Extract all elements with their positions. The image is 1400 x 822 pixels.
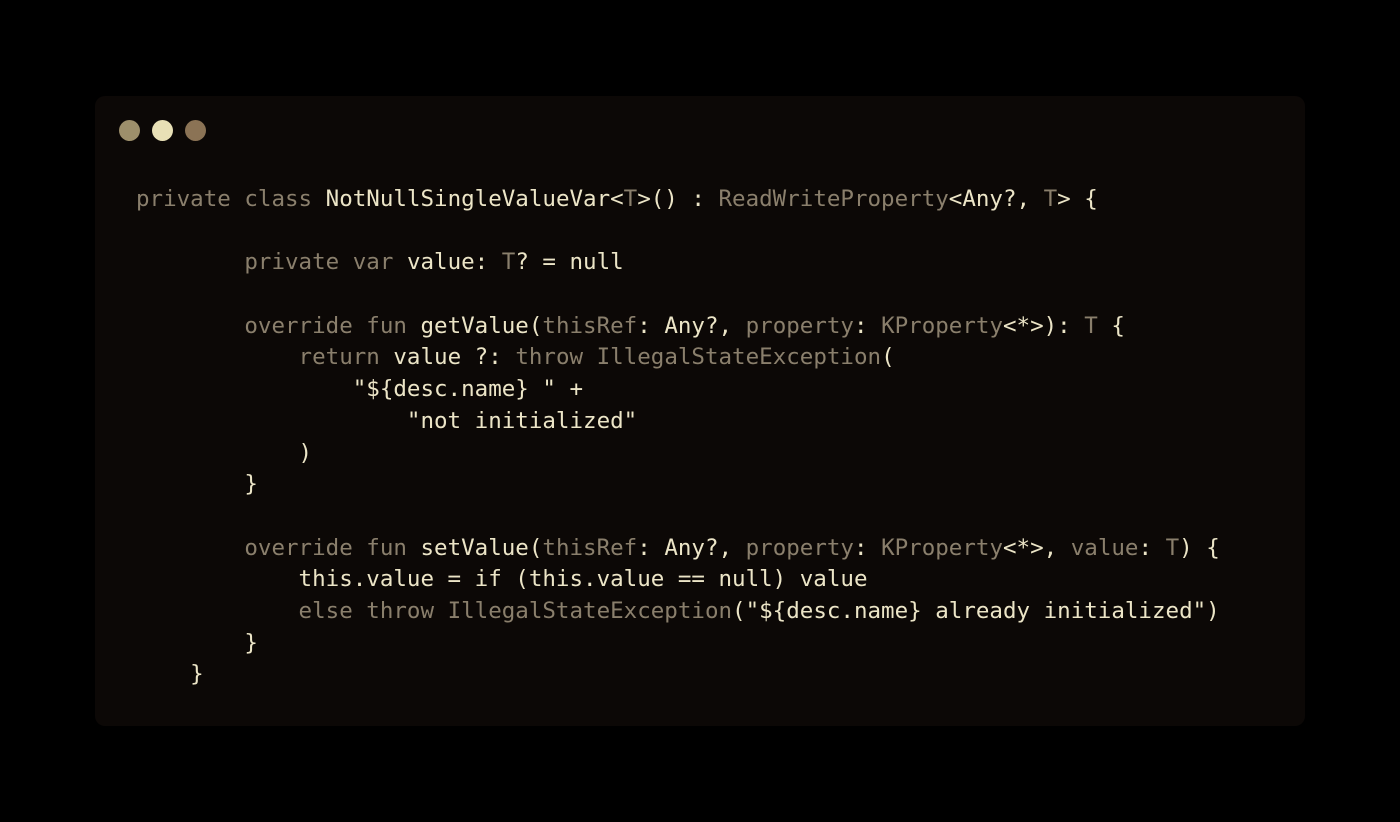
window-controls bbox=[119, 120, 206, 141]
code-token: <*>, bbox=[1003, 534, 1071, 561]
code-token: T bbox=[1165, 534, 1180, 561]
code-token: KProperty bbox=[881, 312, 1003, 339]
code-token: ) bbox=[136, 439, 313, 466]
code-line: } bbox=[136, 469, 1220, 501]
code-block: private class NotNullSingleValueVar<T>()… bbox=[136, 184, 1220, 691]
code-token: T bbox=[501, 249, 516, 276]
code-token: IllegalStateException bbox=[596, 344, 882, 371]
code-token: : Any?, bbox=[637, 534, 746, 561]
code-token: T bbox=[1084, 312, 1098, 339]
code-line: "not initialized" bbox=[136, 406, 1220, 438]
code-token: ReadWriteProperty bbox=[718, 186, 949, 212]
code-line: } bbox=[136, 659, 1220, 691]
close-dot-icon[interactable] bbox=[119, 120, 140, 141]
code-token: else throw bbox=[136, 597, 448, 624]
code-token: ) { bbox=[1179, 534, 1220, 561]
code-token: thisRef bbox=[542, 534, 638, 561]
code-token: IllegalStateException bbox=[447, 597, 733, 624]
minimize-dot-icon[interactable] bbox=[152, 120, 173, 141]
code-line: ) bbox=[136, 438, 1220, 470]
code-line: return value ?: throw IllegalStateExcept… bbox=[136, 342, 1220, 374]
code-token: override fun bbox=[136, 534, 421, 561]
code-token: : bbox=[1138, 534, 1166, 561]
code-line: this.value = if (this.value == null) val… bbox=[136, 564, 1220, 596]
code-token: } bbox=[136, 471, 258, 498]
code-token: thisRef bbox=[542, 312, 638, 339]
code-token: KProperty bbox=[881, 534, 1003, 561]
code-token: } bbox=[136, 629, 258, 656]
code-token: throw bbox=[515, 344, 597, 371]
code-token: NotNullSingleValueVar< bbox=[325, 186, 624, 212]
code-token: "not initialized" bbox=[136, 407, 638, 434]
maximize-dot-icon[interactable] bbox=[185, 120, 206, 141]
code-token: <Any?, bbox=[948, 186, 1044, 212]
code-token: ("${desc.name} already initialized") bbox=[732, 597, 1220, 624]
code-token: value bbox=[1070, 534, 1139, 561]
code-token: private var bbox=[136, 249, 407, 276]
code-token: "${desc.name} " + bbox=[136, 376, 584, 403]
code-token: ? = null bbox=[515, 249, 624, 276]
code-token: value: bbox=[406, 249, 502, 276]
code-token: setValue( bbox=[420, 534, 543, 561]
code-token: T bbox=[1043, 186, 1058, 212]
code-token: > { bbox=[1057, 186, 1098, 212]
code-token: } bbox=[136, 661, 204, 688]
code-line: override fun setValue(thisRef: Any?, pro… bbox=[136, 533, 1220, 565]
code-line: override fun getValue(thisRef: Any?, pro… bbox=[136, 311, 1220, 343]
code-token: this.value = if (this.value == null) val… bbox=[136, 566, 868, 593]
code-token: ( bbox=[881, 344, 895, 371]
code-line: "${desc.name} " + bbox=[136, 374, 1220, 406]
code-token: { bbox=[1097, 312, 1125, 339]
code-token: <*>): bbox=[1003, 312, 1085, 339]
code-token: >() : bbox=[637, 186, 719, 212]
code-token: T bbox=[623, 186, 638, 212]
code-token: : Any?, bbox=[637, 312, 746, 339]
code-token: : bbox=[853, 534, 882, 561]
code-token: getValue( bbox=[420, 312, 543, 339]
code-line: private class NotNullSingleValueVar<T>()… bbox=[136, 184, 1220, 216]
code-token: value ?: bbox=[393, 344, 516, 371]
code-token: override fun bbox=[136, 312, 421, 339]
code-window: private class NotNullSingleValueVar<T>()… bbox=[95, 96, 1305, 726]
code-token: : bbox=[853, 312, 882, 339]
code-token: return bbox=[136, 344, 394, 371]
code-line: private var value: T? = null bbox=[136, 247, 1220, 279]
code-token: private class bbox=[136, 186, 326, 212]
code-token: property bbox=[745, 534, 854, 561]
code-line: } bbox=[136, 628, 1220, 660]
code-line: else throw IllegalStateException("${desc… bbox=[136, 596, 1220, 628]
code-token: property bbox=[745, 312, 854, 339]
